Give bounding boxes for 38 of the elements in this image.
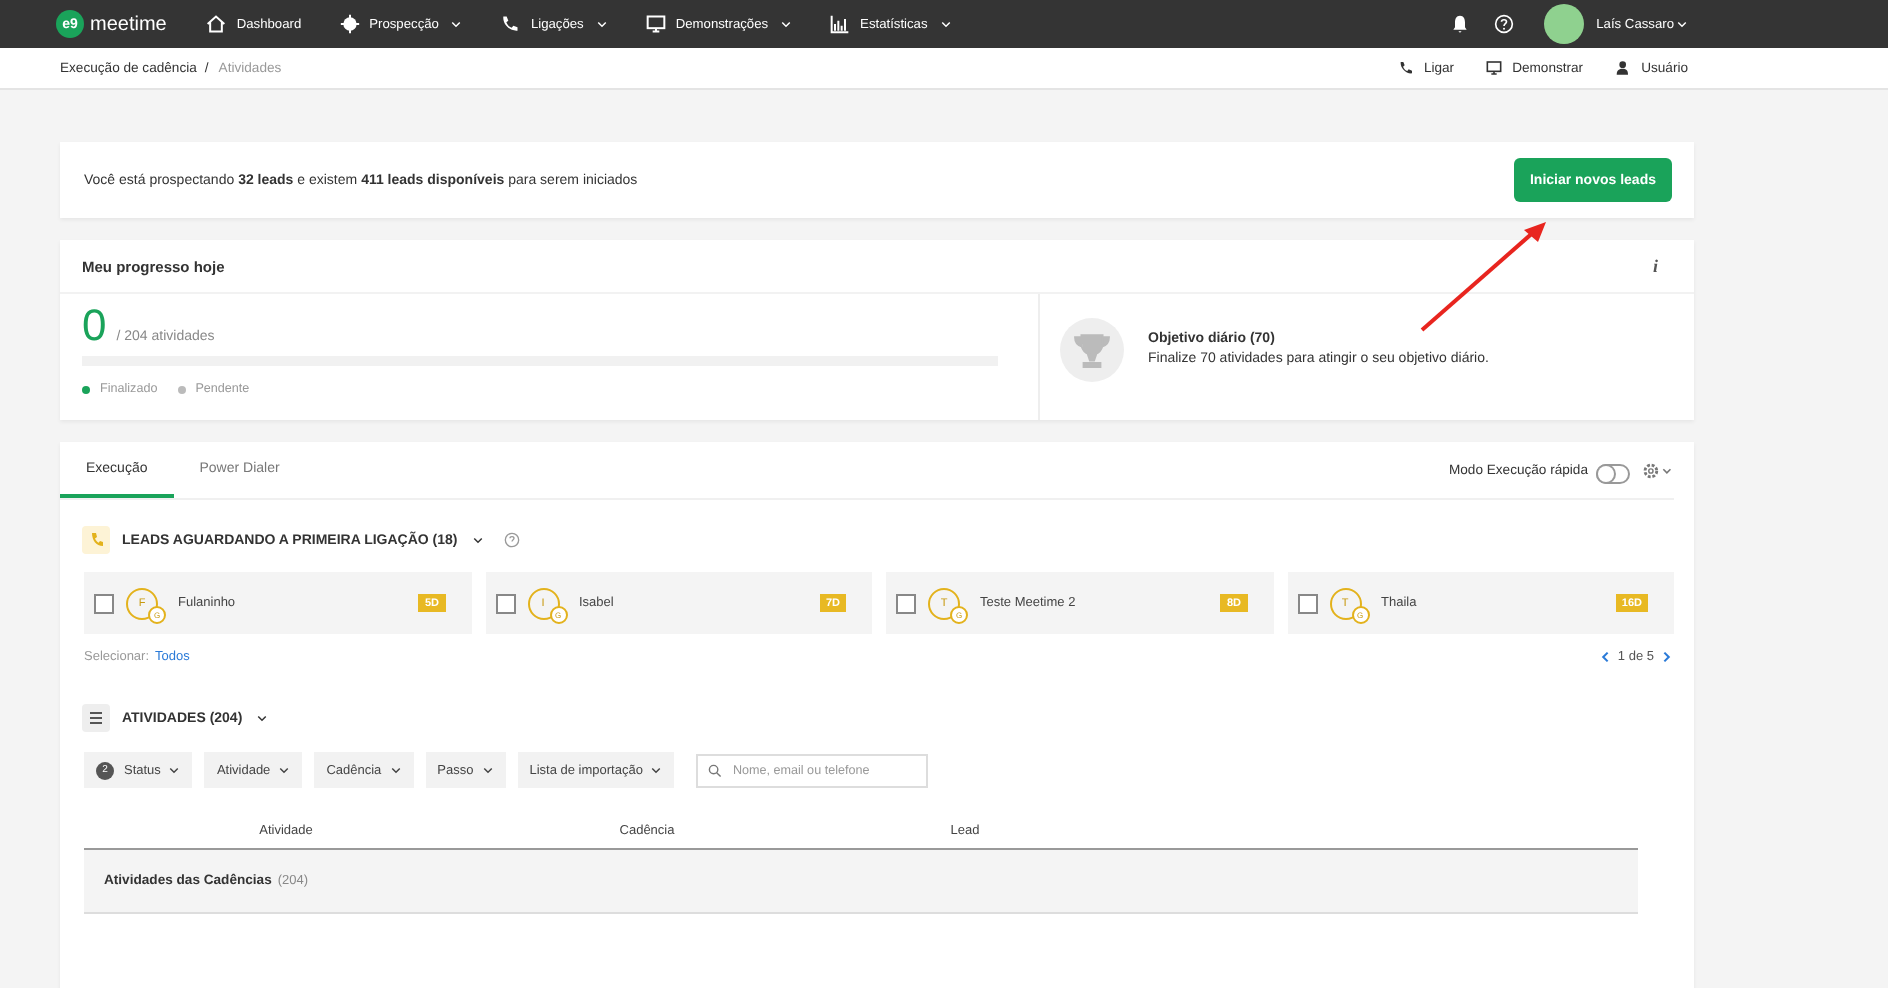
checkbox[interactable]	[1297, 593, 1317, 613]
crosshair-icon	[339, 14, 360, 34]
arrow-annotation	[1420, 220, 1548, 332]
caret-icon	[939, 18, 952, 30]
caret-icon	[278, 764, 291, 776]
info-icon[interactable]: i	[1652, 256, 1658, 276]
trophy-icon	[1060, 317, 1124, 381]
caret-icon	[389, 764, 402, 776]
caret-icon	[595, 18, 608, 30]
caret-icon	[481, 764, 494, 776]
caret-icon	[1676, 18, 1688, 30]
caret-icon	[780, 18, 793, 30]
caret-icon	[450, 18, 463, 30]
list-icon	[82, 704, 110, 732]
phone-icon	[1397, 60, 1414, 76]
toggle-switch[interactable]	[1596, 464, 1630, 484]
phone-icon	[500, 14, 521, 34]
checkbox[interactable]	[94, 593, 114, 613]
next-page-icon[interactable]	[1660, 650, 1674, 664]
chart-icon	[830, 14, 851, 34]
caret-icon	[471, 534, 484, 546]
monitor-icon	[645, 14, 666, 34]
logo-text: meetime	[90, 13, 167, 35]
bell-icon[interactable]	[1450, 14, 1471, 34]
settings-icon[interactable]	[1642, 461, 1674, 479]
progress-count: 0	[82, 302, 107, 350]
checkbox[interactable]	[495, 593, 515, 613]
search-icon	[708, 763, 723, 777]
previous-page-icon[interactable]	[1597, 650, 1612, 664]
caret-icon	[256, 712, 269, 724]
phone-badge-icon	[82, 526, 110, 554]
checkbox[interactable]	[896, 593, 916, 613]
caret-icon	[650, 764, 663, 776]
user-avatar[interactable]	[1544, 4, 1585, 44]
home-icon	[206, 14, 227, 34]
monitor-icon	[1486, 60, 1503, 76]
user-icon	[1615, 60, 1632, 76]
caret-icon	[168, 764, 181, 776]
